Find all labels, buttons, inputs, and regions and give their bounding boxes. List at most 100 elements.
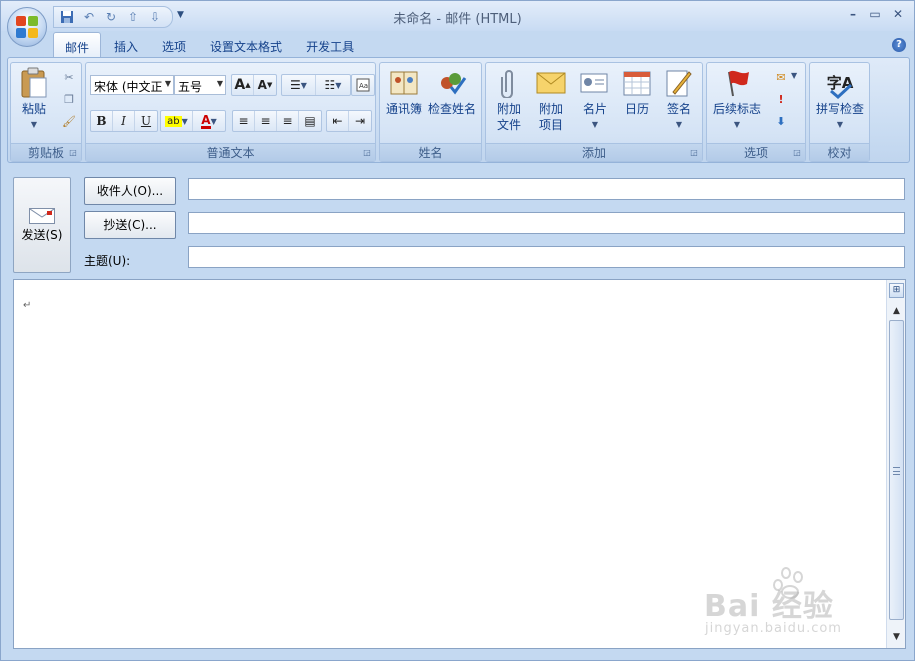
scroll-up-icon[interactable]: ▲ xyxy=(889,304,904,318)
check-names-label: 检查姓名 xyxy=(427,102,476,116)
paste-icon xyxy=(18,67,50,99)
decrease-indent-icon[interactable]: ⇤ xyxy=(327,111,349,131)
close-button[interactable]: ✕ xyxy=(887,7,909,25)
permission-icon[interactable]: ✉ xyxy=(773,69,789,85)
styles-icon[interactable]: Aa xyxy=(352,75,374,95)
format-painter-icon[interactable]: 🖌 xyxy=(61,113,77,129)
attach-item-label-1: 附加 xyxy=(538,102,563,116)
cc-field[interactable] xyxy=(188,212,905,234)
shrink-font-icon[interactable]: A ▼ xyxy=(254,75,276,95)
scroll-thumb[interactable] xyxy=(889,320,904,620)
justify-icon[interactable]: ▤ xyxy=(299,111,321,131)
send-label: 发送(S) xyxy=(21,228,63,242)
address-book-label: 通讯簿 xyxy=(385,102,422,116)
follow-up-button[interactable]: 后续标志 ▼ xyxy=(709,67,765,133)
tab-format-text[interactable]: 设置文本格式 xyxy=(199,32,293,58)
permission-dropdown-icon[interactable]: ▼ xyxy=(791,71,797,80)
copy-icon[interactable]: ❐ xyxy=(61,91,77,107)
view-ruler-icon[interactable]: ⊞ xyxy=(889,283,904,298)
help-icon[interactable]: ? xyxy=(892,38,906,52)
high-importance-icon[interactable]: ! xyxy=(773,91,789,107)
spelling-label: 拼写检查 xyxy=(815,102,864,116)
bold-button[interactable]: B xyxy=(91,111,113,131)
basic-text-launcher-icon[interactable]: ◲ xyxy=(362,148,372,158)
highlight-icon[interactable]: ab ▼ xyxy=(161,111,193,131)
paste-button[interactable]: 粘贴 ▼ xyxy=(15,67,53,133)
font-style-buttons: B I U xyxy=(90,110,158,132)
cc-button[interactable]: 抄送(C)... xyxy=(84,211,176,239)
grow-font-icon[interactable]: A ▲ xyxy=(232,75,254,95)
basic-text-group: 宋体 (中文正▼ 五号▼ A▲ A▼ ☰▼ ☷▼ Aa B I U xyxy=(85,62,376,162)
tab-developer[interactable]: 开发工具 xyxy=(295,32,365,58)
low-importance-icon[interactable]: ⬇ xyxy=(773,113,789,129)
title-bar: ↶ ↻ ⇧ ⇩ ▼ 未命名 - 邮件 (HTML) – ▭ ✕ xyxy=(1,1,914,31)
spelling-icon: 字A xyxy=(824,67,856,99)
bullets-icon[interactable]: ☰ ▼ xyxy=(282,75,316,95)
cut-icon[interactable]: ✂ xyxy=(61,69,77,85)
font-name-combo[interactable]: 宋体 (中文正 ▼ xyxy=(90,75,174,95)
follow-up-flag-icon xyxy=(721,67,753,99)
subject-field[interactable] xyxy=(188,246,905,268)
maximize-button[interactable]: ▭ xyxy=(864,7,886,25)
include-group: 附加 文件 附加 项目 名片 ▼ 日历 签名 ▼ 添加 ◲ xyxy=(485,62,703,162)
business-card-label: 名片 xyxy=(582,102,607,116)
spelling-button[interactable]: 字A 拼写检查 ▼ xyxy=(812,67,868,133)
tab-insert[interactable]: 插入 xyxy=(103,32,149,58)
paragraph-mark: ↵ xyxy=(23,300,32,311)
numbering-icon[interactable]: ☷ ▼ xyxy=(316,75,350,95)
calendar-label: 日历 xyxy=(624,102,649,116)
vertical-scrollbar[interactable]: ⊞ ▲ ▼ xyxy=(886,280,905,648)
list-buttons: ☰ ▼ ☷ ▼ xyxy=(281,74,351,96)
clipboard-group: 粘贴 ▼ ✂ ❐ 🖌 剪贴板 ◲ xyxy=(10,62,82,162)
font-size-combo[interactable]: 五号 ▼ xyxy=(174,75,226,95)
include-launcher-icon[interactable]: ◲ xyxy=(689,148,699,158)
font-color-icon[interactable]: A ▼ xyxy=(193,111,225,131)
check-names-icon xyxy=(436,67,468,99)
indent-buttons: ⇤ ⇥ xyxy=(326,110,372,132)
tab-options[interactable]: 选项 xyxy=(151,32,197,58)
align-right-icon[interactable]: ≡ xyxy=(277,111,299,131)
font-size-value: 五号 xyxy=(178,80,203,94)
tab-message[interactable]: 邮件 xyxy=(53,32,102,58)
attach-file-label-2: 文件 xyxy=(496,118,521,132)
names-group-label: 姓名 xyxy=(380,143,481,161)
business-card-icon xyxy=(579,67,611,99)
address-book-button[interactable]: 通讯簿 xyxy=(384,67,424,117)
scroll-down-icon[interactable]: ▼ xyxy=(889,630,904,644)
attach-item-button[interactable]: 附加 项目 xyxy=(532,67,570,133)
to-button[interactable]: 收件人(O)... xyxy=(84,177,176,205)
paperclip-icon xyxy=(493,67,525,99)
office-button[interactable] xyxy=(7,7,47,47)
send-button[interactable]: 发送(S) xyxy=(13,177,71,273)
underline-button[interactable]: U xyxy=(135,111,157,131)
increase-indent-icon[interactable]: ⇥ xyxy=(349,111,371,131)
styles-box: Aa xyxy=(351,74,375,96)
window-title: 未命名 - 邮件 (HTML) xyxy=(393,12,522,27)
paste-label: 粘贴 xyxy=(21,102,46,116)
italic-button[interactable]: I xyxy=(113,111,135,131)
minimize-button[interactable]: – xyxy=(842,7,864,25)
basic-text-group-label: 普通文本 xyxy=(86,143,375,161)
calendar-button[interactable]: 日历 xyxy=(618,67,656,117)
attach-file-button[interactable]: 附加 文件 xyxy=(490,67,528,133)
font-grow-shrink: A ▲ A ▼ xyxy=(231,74,277,96)
signature-button[interactable]: 签名 ▼ xyxy=(660,67,698,133)
watermark-url: jingyan.baidu.com xyxy=(705,621,842,636)
baidu-watermark: Bai 经验 jingyan.baidu.com xyxy=(704,567,841,636)
include-group-label: 添加 xyxy=(486,143,702,161)
attach-file-label-1: 附加 xyxy=(496,102,521,116)
to-field[interactable] xyxy=(188,178,905,200)
alignment-buttons: ≡ ≡ ≡ ▤ xyxy=(232,110,322,132)
follow-up-label: 后续标志 xyxy=(712,102,761,116)
subject-label: 主题(U): xyxy=(84,254,131,268)
check-names-button[interactable]: 检查姓名 xyxy=(426,67,478,117)
business-card-button[interactable]: 名片 ▼ xyxy=(576,67,614,133)
address-book-icon xyxy=(388,67,420,99)
clipboard-launcher-icon[interactable]: ◲ xyxy=(68,148,78,158)
options-launcher-icon[interactable]: ◲ xyxy=(792,148,802,158)
align-center-icon[interactable]: ≡ xyxy=(255,111,277,131)
names-group: 通讯簿 检查姓名 姓名 xyxy=(379,62,482,162)
font-name-value: 宋体 (中文正 xyxy=(94,80,163,94)
align-left-icon[interactable]: ≡ xyxy=(233,111,255,131)
color-buttons: ab ▼ A ▼ xyxy=(160,110,226,132)
